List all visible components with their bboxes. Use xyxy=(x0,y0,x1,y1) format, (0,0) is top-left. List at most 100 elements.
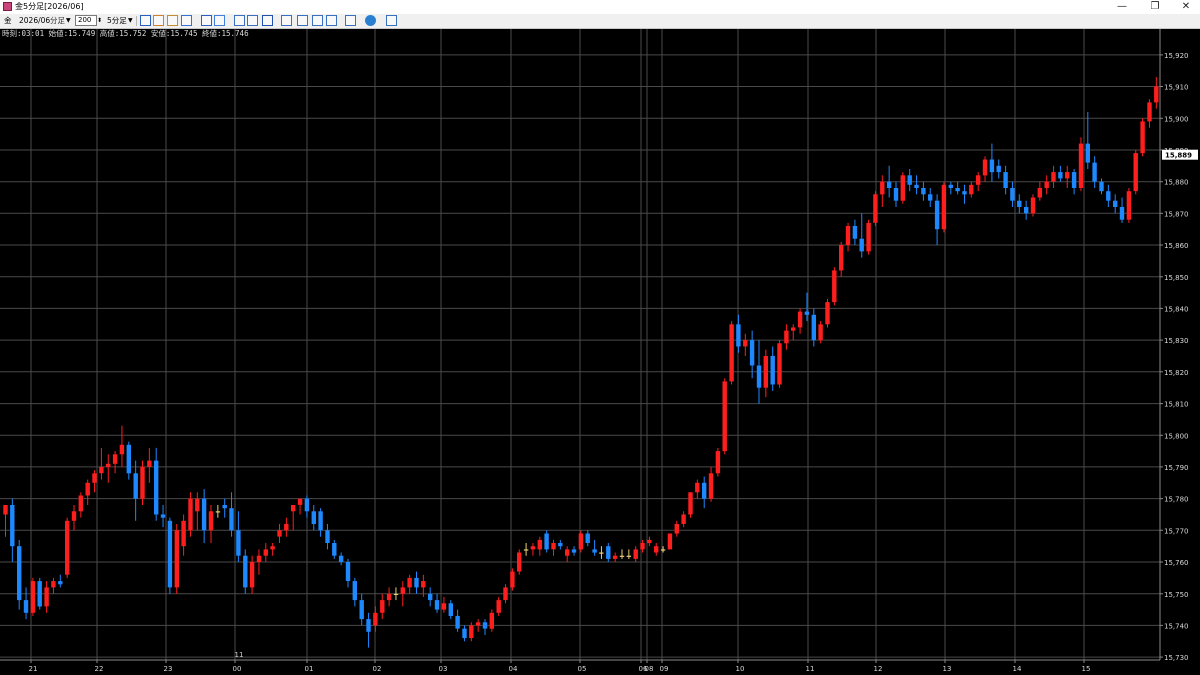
candle xyxy=(201,489,207,543)
price-tick-label: 15,830 xyxy=(1164,337,1189,345)
hand-icon[interactable] xyxy=(153,15,164,26)
candle xyxy=(85,479,90,505)
candle-body xyxy=(832,270,837,303)
candle-body xyxy=(17,546,22,601)
candle-body xyxy=(674,524,679,534)
candle xyxy=(23,587,29,620)
candle xyxy=(270,543,275,556)
price-tick-label: 15,920 xyxy=(1164,52,1189,60)
candle-body xyxy=(626,555,631,557)
zoom-in-icon[interactable] xyxy=(281,15,292,26)
zoom-out-icon[interactable] xyxy=(297,15,308,26)
candle-body xyxy=(845,226,851,245)
candle xyxy=(996,159,1001,179)
settings-icon[interactable] xyxy=(386,15,397,26)
candle xyxy=(1106,184,1111,207)
time-tick-label: 12 xyxy=(874,665,883,673)
chevron-down-icon[interactable]: ▼ xyxy=(66,16,71,26)
time-tick-label: 05 xyxy=(578,665,587,673)
candle xyxy=(578,530,584,553)
minimize-button[interactable]: — xyxy=(1108,0,1136,13)
candle xyxy=(510,568,515,591)
candle-body xyxy=(140,466,145,499)
candle xyxy=(359,593,364,626)
pan-left-icon[interactable] xyxy=(312,15,323,26)
candle xyxy=(845,222,851,252)
candle-body xyxy=(256,555,262,562)
price-tick-label: 15,780 xyxy=(1164,496,1189,504)
candle xyxy=(106,454,111,483)
candle-body xyxy=(1030,197,1036,214)
candle-body xyxy=(380,600,385,613)
refresh-icon[interactable] xyxy=(365,15,376,26)
candle-body xyxy=(44,587,49,607)
candle xyxy=(318,508,323,537)
candle xyxy=(1099,178,1104,195)
cursor-icon[interactable] xyxy=(140,15,151,26)
candle xyxy=(284,517,289,537)
candle xyxy=(434,593,440,613)
candle-body xyxy=(797,311,803,328)
time-tick-label: 00 xyxy=(233,665,242,673)
candle-body xyxy=(407,577,412,588)
candle-body xyxy=(702,482,707,499)
toolbar: 金 2026/06 分足 ▼ 200 ⬍ 5分足 ▼ xyxy=(0,14,1200,29)
grid-lines xyxy=(0,29,1160,660)
bar-chart-icon[interactable] xyxy=(262,15,273,26)
candle xyxy=(154,447,159,521)
candle xyxy=(133,460,138,521)
candle-body xyxy=(229,508,234,531)
price-tick-label: 15,750 xyxy=(1164,591,1189,599)
candle-body xyxy=(736,324,741,347)
symbol-label[interactable]: 金 xyxy=(4,16,12,26)
select-icon[interactable] xyxy=(201,15,212,26)
unit-select[interactable]: 分足 xyxy=(50,16,65,26)
candle-body xyxy=(784,330,789,344)
candle-body xyxy=(304,498,310,512)
candle xyxy=(736,314,741,353)
candle-body xyxy=(688,492,693,515)
candle xyxy=(592,539,597,556)
candle xyxy=(325,524,330,550)
crosshair-icon[interactable] xyxy=(214,15,225,26)
contract-select[interactable]: 2026/06 xyxy=(19,16,50,26)
close-button[interactable]: ✕ xyxy=(1172,0,1200,13)
table-icon[interactable] xyxy=(247,15,258,26)
price-tick-label: 15,880 xyxy=(1164,179,1189,187)
candle xyxy=(749,330,755,379)
candle-body xyxy=(873,194,878,223)
candle-body xyxy=(475,622,481,626)
time-tick-label: 23 xyxy=(164,665,173,673)
candle-body xyxy=(1106,191,1111,201)
candle-body xyxy=(243,555,248,588)
line-tool-icon[interactable] xyxy=(181,15,192,26)
time-tick-label: 08 xyxy=(645,665,654,673)
pan-right-icon[interactable] xyxy=(326,15,337,26)
stepper-icon[interactable]: ⬍ xyxy=(97,16,102,26)
candle xyxy=(544,530,549,553)
candle xyxy=(65,517,70,578)
candle-body xyxy=(133,473,138,499)
price-axis: 15,92015,91015,90015,89015,88015,87015,8… xyxy=(1159,29,1200,675)
candle-body xyxy=(1085,143,1090,163)
candle-body xyxy=(606,546,611,559)
candle xyxy=(702,476,707,509)
restore-button[interactable]: ❐ xyxy=(1141,0,1169,13)
bar-count-input[interactable]: 200 xyxy=(75,15,97,26)
candle-body xyxy=(1126,191,1132,220)
grid-icon[interactable] xyxy=(234,15,245,26)
candle-body xyxy=(325,530,330,543)
candle-body xyxy=(777,343,782,385)
candle xyxy=(565,546,570,562)
ruler-icon[interactable] xyxy=(345,15,356,26)
interval-select[interactable]: 5分足 xyxy=(107,16,127,26)
candle xyxy=(599,546,604,559)
candle-body xyxy=(633,549,638,559)
candlestick-chart[interactable]: 時刻:03:01 始値:15.749 高値:15.752 安値:15.745 終… xyxy=(0,29,1200,675)
candle-body xyxy=(119,444,125,455)
chevron-down-icon[interactable]: ▼ xyxy=(128,16,133,26)
candle xyxy=(537,536,542,556)
pencil-icon[interactable] xyxy=(167,15,178,26)
time-tick-label: 11 xyxy=(806,665,815,673)
candle xyxy=(1003,165,1008,195)
